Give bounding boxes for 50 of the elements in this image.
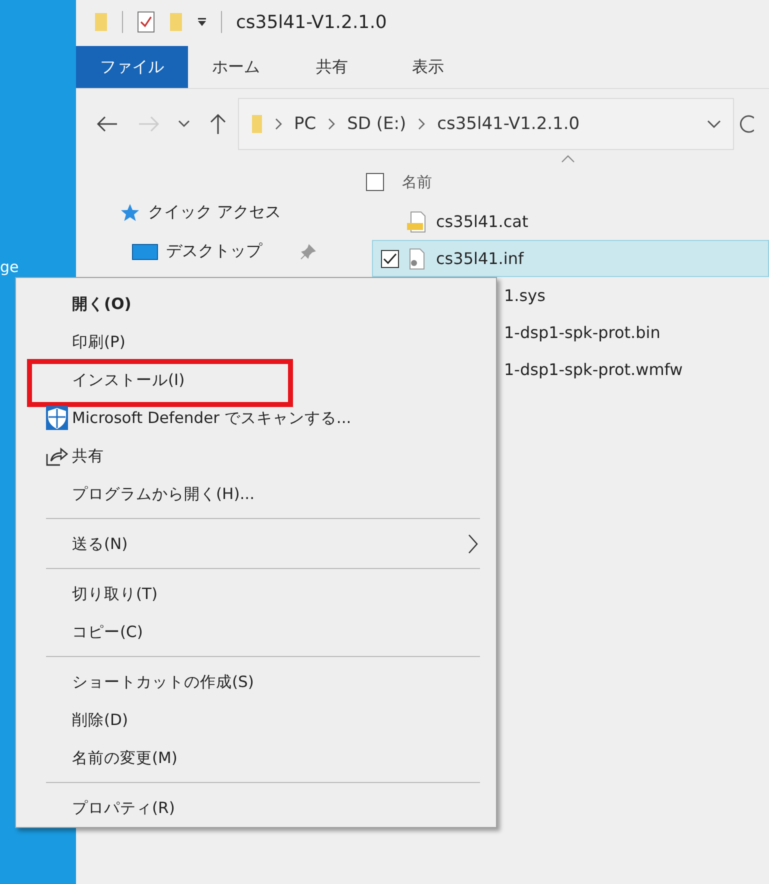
up-arrow-icon[interactable]: [210, 113, 226, 135]
monitor-icon: [132, 244, 158, 260]
sort-caret-icon[interactable]: [561, 155, 575, 163]
ribbon-tab[interactable]: ホーム: [188, 46, 284, 88]
file-name[interactable]: 1.sys: [504, 286, 546, 305]
menu-item[interactable]: 切り取り(T): [72, 584, 158, 604]
chevron-down-icon[interactable]: [178, 120, 190, 128]
star-icon: [120, 203, 140, 222]
chevron-right-icon[interactable]: [275, 118, 282, 130]
ribbon-tab[interactable]: ファイル: [76, 46, 188, 88]
checklist-icon[interactable]: [137, 11, 155, 33]
dropdown-icon[interactable]: [197, 17, 207, 27]
column-header[interactable]: 名前: [402, 172, 432, 192]
chevron-right-icon[interactable]: [468, 534, 478, 554]
selected-row-background[interactable]: cs35l41.inf: [372, 240, 769, 277]
file-name[interactable]: cs35l41.inf: [436, 249, 524, 268]
menu-item[interactable]: プログラムから開く(H)...: [72, 484, 255, 504]
refresh-icon[interactable]: [740, 114, 754, 134]
ribbon-tab[interactable]: 表示: [380, 46, 476, 88]
navigation-item[interactable]: クイック アクセス: [148, 202, 282, 223]
breadcrumb[interactable]: PC: [294, 114, 316, 134]
back-arrow-icon[interactable]: [96, 116, 118, 132]
navigation-item[interactable]: デスクトップ: [166, 241, 262, 262]
share-icon: [46, 446, 68, 466]
menu-item[interactable]: 送る(N): [72, 534, 128, 554]
breadcrumb[interactable]: SD (E:): [347, 114, 406, 134]
breadcrumb[interactable]: cs35l41-V1.2.1.0: [437, 114, 580, 134]
select-all-checkbox[interactable]: [366, 173, 384, 191]
menu-item[interactable]: コピー(C): [72, 622, 143, 642]
menu-item[interactable]: Microsoft Defender でスキャンする...: [72, 408, 352, 428]
menu-item[interactable]: 開く(O): [72, 294, 132, 314]
certificate-file-icon: [406, 210, 428, 232]
menu-item[interactable]: 名前の変更(M): [72, 748, 178, 768]
checkbox[interactable]: [381, 250, 399, 268]
menu-item[interactable]: 共有: [72, 446, 104, 466]
address-bar[interactable]: PC SD (E:) cs35l41-V1.2.1.0: [238, 98, 734, 150]
menu-item[interactable]: プロパティ(R): [72, 798, 175, 818]
file-name[interactable]: 1-dsp1-spk-prot.bin: [504, 323, 660, 342]
menu-item[interactable]: ショートカットの作成(S): [72, 672, 254, 692]
chevron-right-icon[interactable]: [328, 118, 336, 130]
shield-icon: [46, 406, 68, 430]
ribbon-tab[interactable]: 共有: [284, 46, 380, 88]
file-name[interactable]: 1-dsp1-spk-prot.wmfw: [504, 360, 683, 379]
menu-item[interactable]: インストール(I): [72, 370, 185, 390]
menu-item[interactable]: 削除(D): [72, 710, 128, 730]
window-title: cs35l41-V1.2.1.0: [236, 12, 387, 32]
file-name[interactable]: cs35l41.cat: [436, 212, 528, 231]
chevron-down-icon[interactable]: [707, 120, 721, 128]
chevron-right-icon[interactable]: [418, 118, 426, 130]
menu-item[interactable]: 印刷(P): [72, 332, 126, 352]
